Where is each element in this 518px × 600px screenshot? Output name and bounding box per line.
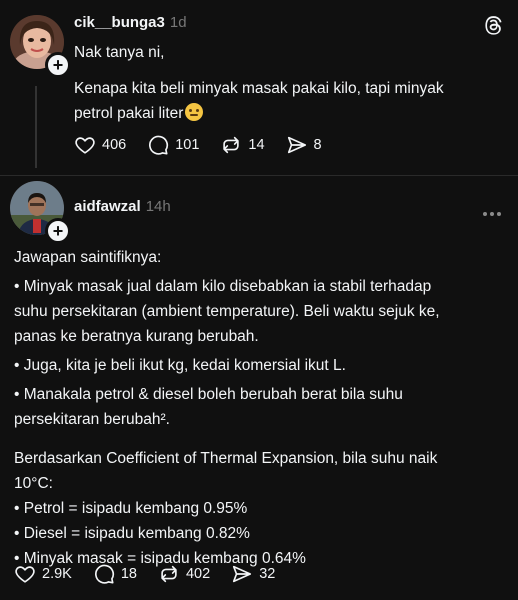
repost-icon [223,136,240,154]
follow-plus-button[interactable]: + [45,52,71,78]
post2-line: • Juga, kita je beli ikut kg, kedai kome… [14,357,346,374]
post2-repost-button[interactable]: 402 [158,563,210,585]
share-icon [287,136,306,154]
follow-plus-button[interactable]: + [45,218,71,244]
post2-like-button[interactable]: 2.9K [14,563,72,585]
heart-icon [75,137,95,154]
post2-comment-button[interactable]: 18 [93,563,137,585]
post2-line: • Petrol = isipadu kembang 0.95% [14,500,248,517]
more-options-icon[interactable] [482,204,502,222]
post1-comment-button[interactable]: 101 [147,134,199,156]
post2-body: Jawapan saintifiknya: • Minyak masak jua… [14,245,440,571]
share-icon [233,565,252,583]
post2-line: suhu persekitaran (ambient temperature).… [14,303,440,320]
post1-body: Kenapa kita beli minyak masak pakai kilo… [74,76,444,126]
post2-username[interactable]: aidfawzal [74,198,141,215]
post1-comment-count: 101 [175,137,200,153]
post1-share-button[interactable]: 8 [286,134,322,156]
post1-repost-count: 14 [248,137,265,153]
post1-line3-wrap: petrol pakai liter [74,101,444,126]
post2-line: Berdasarkan Coefficient of Thermal Expan… [14,450,438,467]
post1-username[interactable]: cik__bunga3 [74,14,165,31]
post1-share-count: 8 [313,137,322,153]
post2-line: Jawapan saintifiknya: [14,249,162,266]
post1-line3: petrol pakai liter [74,105,184,122]
post1-actions: 406 101 14 8 [74,134,343,156]
post2-line: • Diesel = isipadu kembang 0.82% [14,525,250,542]
post-divider [0,175,518,176]
post1-line1: Nak tanya ni, [74,44,165,61]
post2-actions: 2.9K 18 402 32 [14,563,296,585]
post1-repost-button[interactable]: 14 [220,134,265,156]
post2-line: • Minyak masak jual dalam kilo disebabka… [14,278,432,295]
post2-line: persekitaran berubah². [14,411,170,428]
comment-icon [94,564,114,584]
post1-timestamp: 1d [169,14,187,31]
post2-line: 10°C: [14,475,53,492]
post2-username-row: aidfawzal 14h [74,198,171,215]
post1-like-button[interactable]: 406 [74,134,126,156]
comment-icon [149,135,169,155]
threads-logo-icon[interactable] [482,14,504,41]
post2-timestamp: 14h [145,198,171,215]
post2-line: panas ke beratnya kurang berubah. [14,328,259,345]
heart-icon [15,566,35,583]
post2-share-button[interactable]: 32 [231,563,275,585]
post2-share-count: 32 [259,566,276,582]
post1-username-row: cik__bunga3 1d [74,14,187,31]
thinking-face-emoji [185,103,204,121]
thread-connector-line [35,86,37,168]
post2-comment-count: 18 [120,566,137,582]
post2-repost-count: 402 [185,566,211,582]
post1-line2: Kenapa kita beli minyak masak pakai kilo… [74,80,444,97]
post1-like-count: 406 [102,137,127,153]
repost-icon [161,565,177,583]
post2-line: • Manakala petrol & diesel boleh berubah… [14,386,403,403]
post2-like-count: 2.9K [42,566,72,582]
